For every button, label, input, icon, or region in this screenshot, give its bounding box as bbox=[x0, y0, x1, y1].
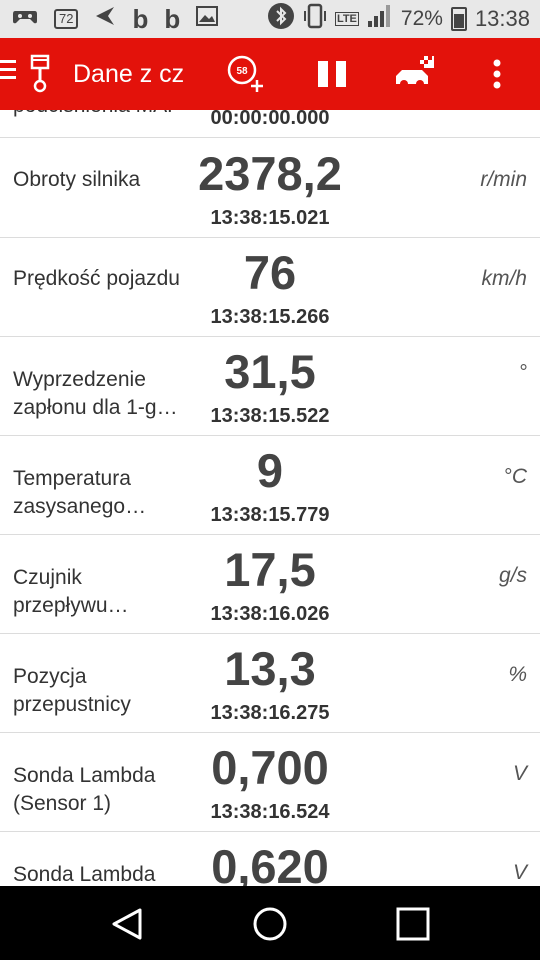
back-icon[interactable] bbox=[109, 906, 145, 942]
add-gauge-icon[interactable]: 58 bbox=[226, 54, 266, 94]
battery-badge: 72 bbox=[54, 9, 79, 29]
parameter-value: 0,700 bbox=[211, 741, 329, 794]
parameter-timestamp: 00:00:00.000 bbox=[210, 110, 330, 129]
list-item[interactable]: Pozycja przepustnicy 13,3 13:38:16.275 % bbox=[0, 633, 540, 733]
parameter-value: 76 bbox=[243, 246, 297, 299]
gamepad-icon bbox=[12, 6, 38, 32]
more-options-icon[interactable] bbox=[485, 54, 509, 94]
list-item[interactable]: Prędkość pojazdu 76 13:38:15.266 km/h bbox=[0, 237, 540, 337]
vibrate-icon bbox=[303, 3, 327, 35]
list-item[interactable]: Sonda Lambda (Sensor 1) 0,700 13:38:16.5… bbox=[0, 732, 540, 832]
bluetooth-icon bbox=[267, 2, 295, 36]
parameter-timestamp: 13:38:15.021 bbox=[210, 207, 330, 229]
parameter-value: 13,3 bbox=[224, 642, 316, 695]
arrow-back-icon bbox=[94, 5, 116, 34]
parameter-unit: % bbox=[508, 663, 527, 686]
race-car-icon[interactable] bbox=[392, 54, 436, 94]
parameter-value: 17,5 bbox=[224, 543, 316, 596]
parameter-timestamp: 13:38:15.779 bbox=[210, 504, 330, 526]
status-bar: 72 b b LTE 72% 13:38 bbox=[0, 0, 540, 38]
parameter-timestamp: 13:38:16.524 bbox=[210, 801, 330, 823]
signal-icon bbox=[367, 4, 393, 34]
recents-icon[interactable] bbox=[395, 906, 431, 942]
app-toolbar: Dane z cz 58 bbox=[0, 38, 540, 110]
parameter-value: 31,5 bbox=[224, 345, 316, 398]
parameter-value: 2378,2 bbox=[198, 147, 342, 200]
list-item[interactable]: podciśnienia MAP 00:00:00.000 bbox=[0, 110, 540, 138]
parameter-unit: V bbox=[512, 762, 527, 785]
battery-percent: 72% bbox=[400, 7, 443, 30]
parameter-timestamp: 13:38:16.026 bbox=[210, 603, 330, 625]
home-icon[interactable] bbox=[252, 906, 288, 942]
system-status: LTE 72% 13:38 bbox=[267, 3, 530, 35]
b-app-icon: b bbox=[132, 4, 149, 34]
menu-icon[interactable] bbox=[0, 60, 16, 84]
live-data-list[interactable]: podciśnienia MAP 00:00:00.000 Obroty sil… bbox=[0, 110, 540, 886]
list-item[interactable]: Obroty silnika 2378,2 13:38:15.021 r/min bbox=[0, 138, 540, 238]
parameter-value: 9 bbox=[256, 444, 284, 497]
list-item[interactable]: Czujnik przepływu… 17,5 13:38:16.026 g/s bbox=[0, 534, 540, 634]
battery-icon bbox=[450, 7, 467, 31]
parameter-timestamp: 13:38:16.275 bbox=[210, 702, 330, 724]
gauge-badge: 58 bbox=[236, 66, 248, 77]
list-item[interactable]: Temperatura zasysanego… 9 13:38:15.779 °… bbox=[0, 435, 540, 535]
b-app-icon-2: b bbox=[164, 4, 181, 34]
parameter-value: 0,620 bbox=[211, 840, 329, 886]
list-item[interactable]: Sonda Lambda 0,620 V bbox=[0, 831, 540, 886]
piston-icon bbox=[30, 54, 50, 93]
notification-icons: 72 b b bbox=[12, 4, 219, 34]
parameter-unit: V bbox=[512, 861, 527, 884]
pause-icon[interactable] bbox=[312, 54, 352, 94]
list-item[interactable]: Wyprzedzenie zapłonu dla 1-g… 31,5 13:38… bbox=[0, 336, 540, 436]
toolbar-title: Dane z cz bbox=[73, 60, 185, 88]
parameter-timestamp: 13:38:15.266 bbox=[210, 306, 330, 328]
lte-icon: LTE bbox=[334, 12, 359, 26]
parameter-timestamp: 13:38:15.522 bbox=[210, 405, 330, 427]
image-icon bbox=[196, 5, 219, 33]
parameter-unit: km/h bbox=[481, 267, 527, 290]
parameter-unit: °C bbox=[503, 465, 527, 488]
parameter-unit: ° bbox=[518, 361, 527, 384]
clock: 13:38 bbox=[474, 6, 530, 31]
parameter-unit: r/min bbox=[480, 168, 527, 191]
parameter-unit: g/s bbox=[498, 564, 527, 587]
system-nav-bar bbox=[0, 886, 540, 960]
